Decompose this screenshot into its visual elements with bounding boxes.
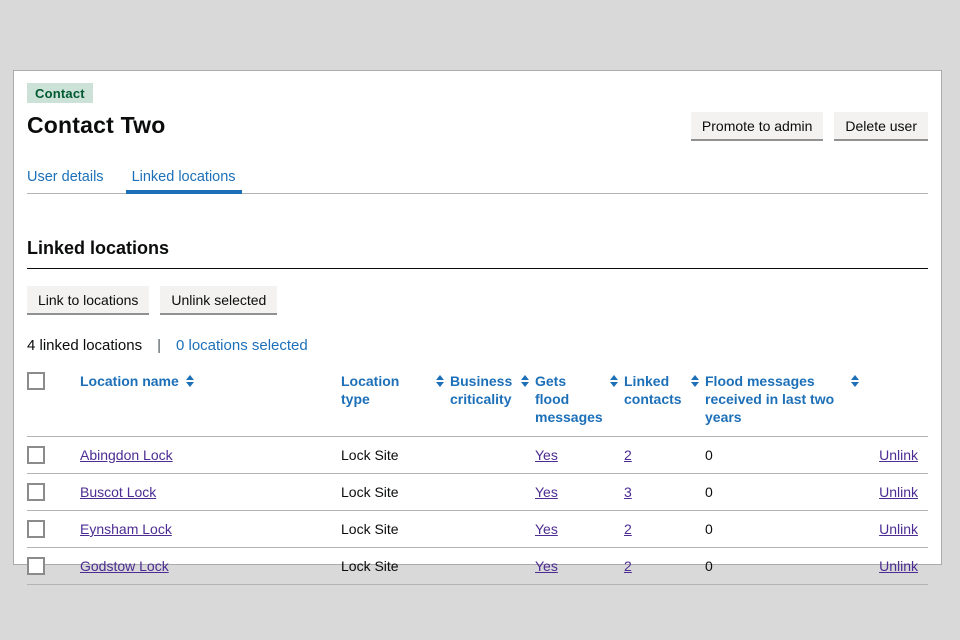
gets-flood-messages-link[interactable]: Yes bbox=[535, 484, 558, 500]
sort-icon bbox=[610, 375, 618, 387]
gets-flood-messages-link[interactable]: Yes bbox=[535, 447, 558, 463]
header-gets-flood-messages[interactable]: Gets flood messages bbox=[535, 372, 624, 437]
location-type-cell: Lock Site bbox=[341, 548, 450, 585]
business-criticality-cell bbox=[450, 548, 535, 585]
tab-bar: User details Linked locations bbox=[27, 169, 928, 194]
linked-locations-count: 4 linked locations bbox=[27, 337, 142, 354]
table-row: Abingdon Lock Lock Site Yes 2 0 Unlink bbox=[27, 437, 928, 474]
location-name-link[interactable]: Buscot Lock bbox=[80, 484, 156, 500]
section-buttons: Link to locations Unlink selected bbox=[27, 286, 928, 313]
tab-user-details[interactable]: User details bbox=[27, 169, 104, 193]
table-row: Buscot Lock Lock Site Yes 3 0 Unlink bbox=[27, 474, 928, 511]
unlink-link[interactable]: Unlink bbox=[879, 447, 918, 463]
contact-type-badge: Contact bbox=[27, 83, 93, 103]
sort-icon bbox=[521, 375, 529, 387]
header-flood-messages-received[interactable]: Flood messages received in last two year… bbox=[705, 372, 865, 437]
section-divider bbox=[27, 268, 928, 269]
flood-messages-count: 0 bbox=[705, 474, 865, 511]
header-business-criticality[interactable]: Business criticality bbox=[450, 372, 535, 437]
location-type-cell: Lock Site bbox=[341, 437, 450, 474]
sort-icon bbox=[851, 375, 859, 387]
row-checkbox[interactable] bbox=[27, 483, 45, 501]
tab-linked-locations[interactable]: Linked locations bbox=[126, 169, 242, 194]
flood-messages-count: 0 bbox=[705, 511, 865, 548]
row-checkbox[interactable] bbox=[27, 520, 45, 538]
summary-separator: | bbox=[157, 337, 161, 354]
unlink-link[interactable]: Unlink bbox=[879, 558, 918, 574]
location-name-link[interactable]: Eynsham Lock bbox=[80, 521, 172, 537]
table-header-row: Location name Location type Business cri… bbox=[27, 372, 928, 437]
linked-contacts-link[interactable]: 2 bbox=[624, 558, 632, 574]
linked-contacts-link[interactable]: 3 bbox=[624, 484, 632, 500]
header-location-type[interactable]: Location type bbox=[341, 372, 450, 437]
unlink-selected-button[interactable]: Unlink selected bbox=[160, 286, 277, 313]
gets-flood-messages-link[interactable]: Yes bbox=[535, 558, 558, 574]
title-row: Contact Two Promote to admin Delete user bbox=[27, 112, 928, 139]
location-type-cell: Lock Site bbox=[341, 511, 450, 548]
header-location-name[interactable]: Location name bbox=[80, 372, 341, 437]
location-type-cell: Lock Site bbox=[341, 474, 450, 511]
locations-selected-link[interactable]: 0 locations selected bbox=[176, 337, 308, 354]
table-row: Godstow Lock Lock Site Yes 2 0 Unlink bbox=[27, 548, 928, 585]
select-all-checkbox[interactable] bbox=[27, 372, 45, 390]
selection-summary: 4 linked locations | 0 locations selecte… bbox=[27, 337, 928, 354]
unlink-link[interactable]: Unlink bbox=[879, 521, 918, 537]
row-checkbox[interactable] bbox=[27, 557, 45, 575]
flood-messages-count: 0 bbox=[705, 437, 865, 474]
linked-contacts-link[interactable]: 2 bbox=[624, 447, 632, 463]
delete-user-button[interactable]: Delete user bbox=[834, 112, 928, 139]
sort-icon bbox=[186, 375, 194, 387]
table-row: Eynsham Lock Lock Site Yes 2 0 Unlink bbox=[27, 511, 928, 548]
sort-icon bbox=[691, 375, 699, 387]
title-actions: Promote to admin Delete user bbox=[691, 112, 928, 139]
promote-to-admin-button[interactable]: Promote to admin bbox=[691, 112, 824, 139]
linked-contacts-link[interactable]: 2 bbox=[624, 521, 632, 537]
sort-icon bbox=[436, 375, 444, 387]
location-name-link[interactable]: Abingdon Lock bbox=[80, 447, 173, 463]
section-heading: Linked locations bbox=[27, 238, 928, 259]
header-actions bbox=[865, 372, 928, 437]
link-to-locations-button[interactable]: Link to locations bbox=[27, 286, 149, 313]
location-name-link[interactable]: Godstow Lock bbox=[80, 558, 169, 574]
unlink-link[interactable]: Unlink bbox=[879, 484, 918, 500]
business-criticality-cell bbox=[450, 474, 535, 511]
row-checkbox[interactable] bbox=[27, 446, 45, 464]
gets-flood-messages-link[interactable]: Yes bbox=[535, 521, 558, 537]
flood-messages-count: 0 bbox=[705, 548, 865, 585]
contact-detail-panel: Contact Contact Two Promote to admin Del… bbox=[13, 70, 942, 565]
select-all-header-cell bbox=[27, 372, 80, 437]
header-linked-contacts[interactable]: Linked contacts bbox=[624, 372, 705, 437]
business-criticality-cell bbox=[450, 511, 535, 548]
page-title: Contact Two bbox=[27, 112, 165, 139]
business-criticality-cell bbox=[450, 437, 535, 474]
linked-locations-table: Location name Location type Business cri… bbox=[27, 372, 928, 585]
